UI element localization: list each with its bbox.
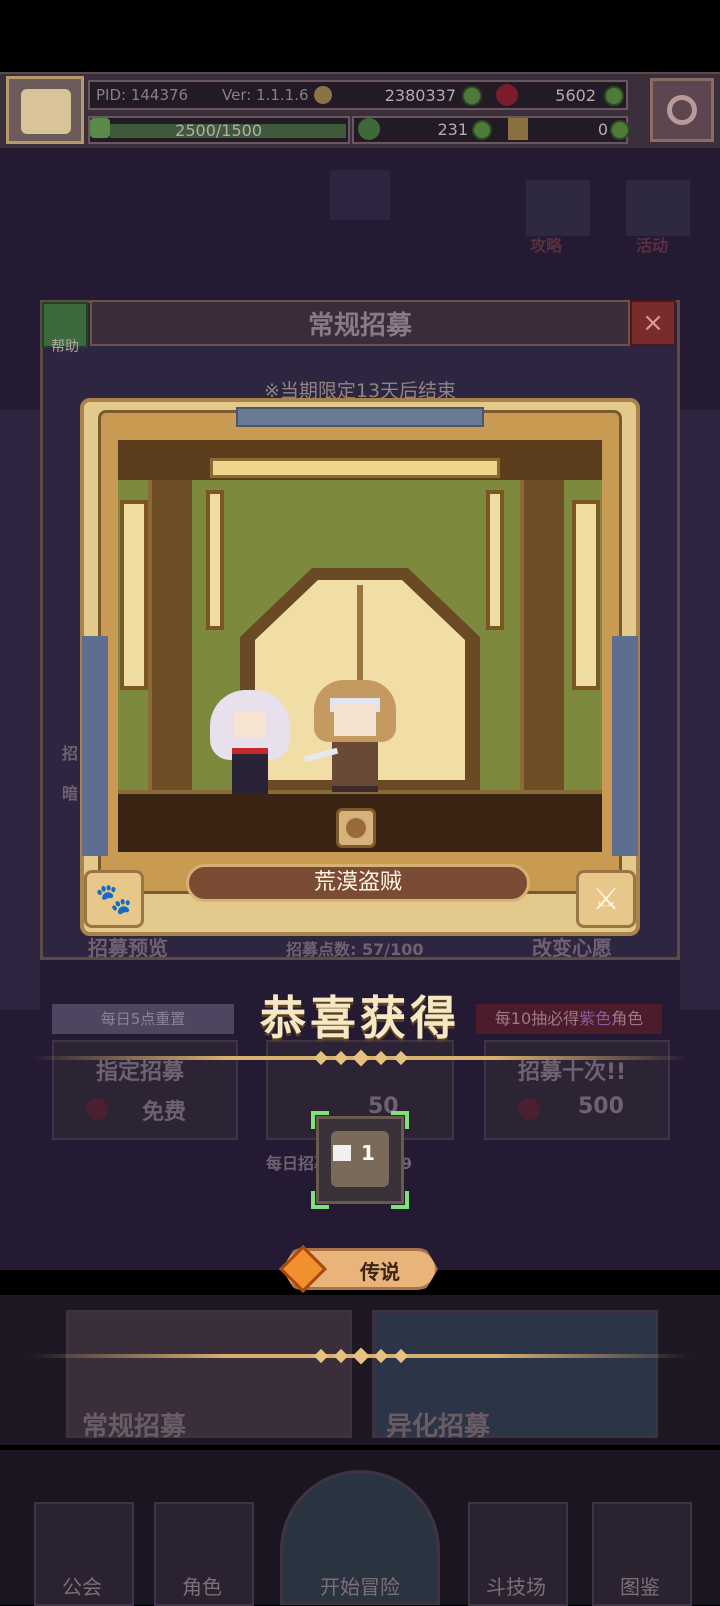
settings-button[interactable] [650,78,714,142]
key-amount: 0 [597,120,608,139]
banner-regular-label: 常规招募 [82,1412,187,1442]
congrats-title: 恭喜获得 [260,991,460,1045]
event-button[interactable] [626,180,690,236]
gem-icon [518,1098,540,1120]
nav-guild-label: 公会 [62,1575,102,1599]
pillar-right [520,480,564,790]
companion-character-sprite [210,690,290,794]
recruit-points: 招募点数: 57/100 [286,940,424,959]
nav-arena-label: 斗技场 [486,1575,546,1599]
stamina-value: 2500/1500 [175,121,262,140]
clover-icon [358,118,380,140]
hanging-scroll-left [206,490,224,630]
scene-beam [210,458,500,478]
add-gem-icon[interactable] [604,86,624,106]
side-label-2: 暗 [62,784,79,803]
clover-amount: 231 [437,120,468,139]
gear-icon [667,95,697,125]
ornament-top [312,1049,409,1067]
help-label: 帮助 [51,339,79,355]
ornament-bottom [312,1347,409,1365]
stamina-icon [90,118,110,138]
gold-coin-icon [314,86,332,104]
element-coin-icon [336,808,376,848]
add-clover-icon[interactable] [472,120,492,140]
event-label: 活动 [636,236,669,255]
player-id: PID: 144376 [96,86,189,104]
gem-icon [496,84,518,106]
item-count: 1 [361,1141,375,1165]
paw-icon[interactable]: 🐾 [84,870,144,928]
nav-codex-label: 图鉴 [620,1575,660,1599]
version-label: Ver: 1.1.1.6 [222,86,309,104]
pull-single-cost: 免费 [142,1100,187,1125]
guide-label: 攻略 [530,236,563,255]
desert-bandit-sprite [303,680,400,792]
key-icon [508,118,528,140]
gem-amount: 5602 [555,86,596,105]
lattice-left [120,500,148,690]
pillar-left [148,480,192,790]
guide-button[interactable] [526,180,590,236]
sword-icon[interactable]: ⚔ [576,870,636,928]
nav-character-label: 角色 [182,1575,222,1599]
frame-ornament-left [82,636,108,856]
frame-ornament-right [612,636,638,856]
add-key-icon[interactable] [610,120,630,140]
banner-mutation-label: 异化招募 [386,1412,491,1442]
add-gold-icon[interactable] [462,86,482,106]
hanging-scroll-right [486,490,504,630]
gold-amount: 2380337 [384,86,456,105]
shard-icon [333,1145,351,1161]
window-title: 常规招募 [307,311,412,341]
preview-button[interactable]: 招募预览 [88,932,168,961]
nav-adventure-label: 开始冒险 [320,1575,400,1599]
close-icon[interactable]: × [630,300,676,346]
rarity-label: 传说 [360,1260,400,1284]
side-label-1: 招 [62,744,79,763]
player-avatar[interactable] [6,76,84,144]
wish-button[interactable]: 改变心愿 [532,932,612,961]
pull-ten-cost: 500 [578,1094,624,1119]
lattice-right [572,500,600,690]
frame-ornament-top [236,407,484,427]
gem-icon [86,1098,108,1120]
reward-item-card[interactable]: 1 [311,1111,409,1209]
character-name: 荒漠盗贼 [186,864,530,902]
